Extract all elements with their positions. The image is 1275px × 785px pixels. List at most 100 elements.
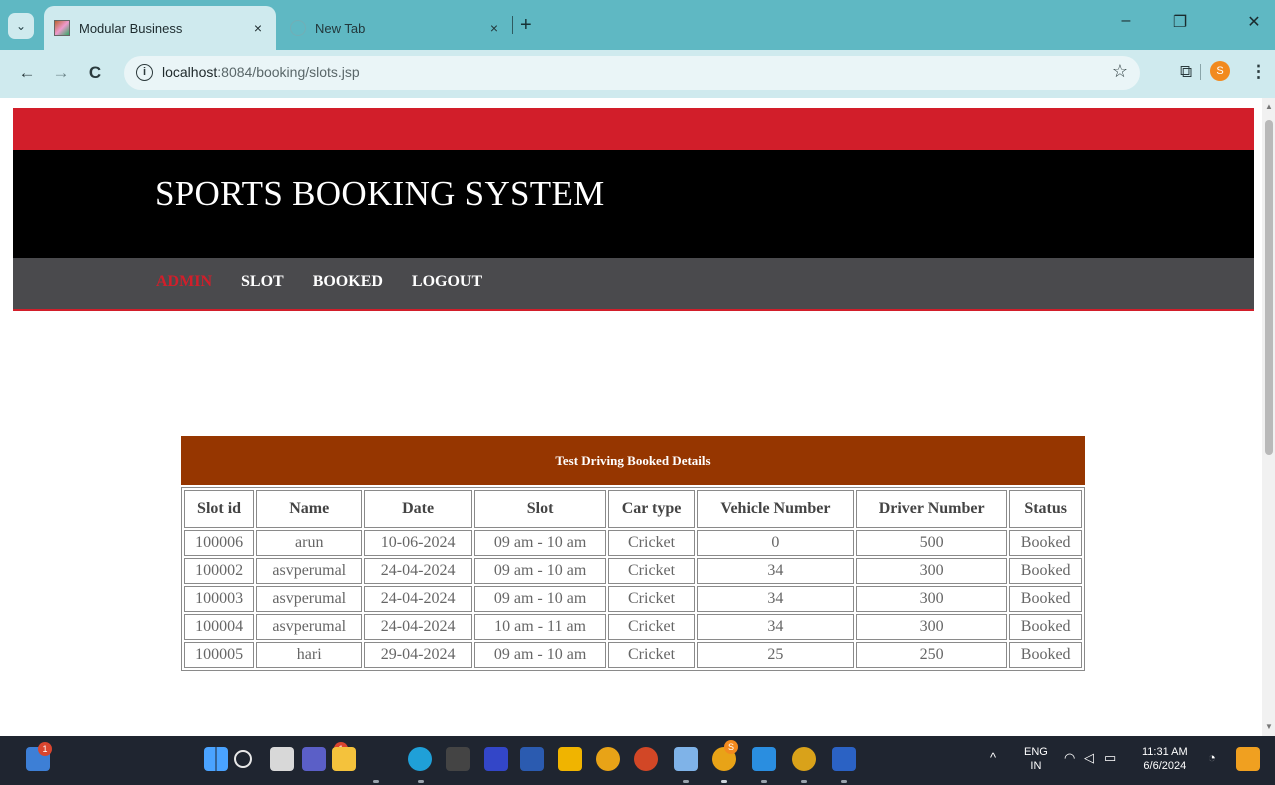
file-explorer-icon[interactable] bbox=[332, 747, 356, 771]
column-header: Date bbox=[364, 490, 472, 528]
task-view-icon[interactable] bbox=[270, 747, 294, 771]
clock[interactable]: 11:31 AM 6/6/2024 bbox=[1142, 745, 1188, 773]
address-bar[interactable]: i localhost:8084/booking/slots.jsp ☆ bbox=[124, 56, 1140, 90]
start-icon[interactable] bbox=[204, 747, 228, 771]
forward-button[interactable]: → bbox=[50, 63, 72, 83]
close-window-button[interactable]: ✕ bbox=[1234, 12, 1274, 32]
vscode-icon[interactable] bbox=[752, 747, 776, 771]
virtualbox-icon[interactable] bbox=[674, 747, 698, 771]
new-tab-favicon-icon bbox=[290, 20, 306, 36]
minimize-button[interactable]: – bbox=[1106, 12, 1146, 30]
table-cell: 100003 bbox=[184, 586, 255, 612]
table-cell: 24-04-2024 bbox=[364, 586, 472, 612]
table-cell: 34 bbox=[696, 614, 854, 640]
scroll-up-icon[interactable]: ▲ bbox=[1265, 102, 1273, 111]
table-cell: Booked bbox=[1009, 558, 1082, 584]
nav-booked[interactable]: BOOKED bbox=[313, 273, 383, 291]
reload-button[interactable]: C bbox=[84, 63, 106, 83]
site-info-icon[interactable]: i bbox=[136, 64, 153, 81]
teams-icon[interactable] bbox=[302, 747, 326, 771]
word-icon[interactable] bbox=[832, 747, 856, 771]
copilot-icon[interactable] bbox=[1236, 747, 1260, 771]
battery-icon[interactable]: ▭ bbox=[1104, 751, 1116, 765]
table-cell: 24-04-2024 bbox=[364, 558, 472, 584]
table-cell: 25 bbox=[696, 642, 854, 668]
close-tab-icon[interactable]: × bbox=[246, 20, 270, 36]
tab-title: Modular Business bbox=[79, 20, 183, 36]
url-text[interactable]: localhost:8084/booking/slots.jsp bbox=[162, 64, 360, 80]
wifi-icon[interactable]: ◠ bbox=[1064, 751, 1075, 765]
clock-time: 11:31 AM bbox=[1142, 746, 1188, 758]
table-cell: 100004 bbox=[184, 614, 255, 640]
notifications-bell-icon[interactable]: ◔ bbox=[1208, 751, 1216, 765]
tab-divider bbox=[512, 16, 513, 34]
clock-date: 6/6/2024 bbox=[1143, 760, 1187, 772]
table-cell: Booked bbox=[1009, 530, 1082, 556]
running-indicator bbox=[841, 780, 847, 783]
back-button[interactable]: ← bbox=[16, 63, 38, 83]
tab-search-button[interactable]: ⌄ bbox=[8, 13, 34, 39]
tray-overflow-icon[interactable]: ^ bbox=[990, 751, 996, 765]
browser-toolbar: ← → C i localhost:8084/booking/slots.jsp… bbox=[0, 50, 1275, 98]
profile-avatar[interactable]: S bbox=[1210, 61, 1230, 81]
table-cell: 100005 bbox=[184, 642, 255, 668]
table-cell: Booked bbox=[1009, 586, 1082, 612]
top-red-band bbox=[13, 108, 1254, 150]
store-icon[interactable] bbox=[446, 747, 470, 771]
nav-logout[interactable]: LOGOUT bbox=[412, 273, 482, 291]
table-cell: arun bbox=[256, 530, 363, 556]
bookmark-star-icon[interactable]: ☆ bbox=[1112, 61, 1128, 82]
site-nav: ADMIN SLOT BOOKED LOGOUT bbox=[13, 258, 1254, 311]
table-row: 100002 asvperumal 24-04-2024 09 am - 10 am C… bbox=[184, 558, 1082, 584]
powershell-icon[interactable] bbox=[520, 747, 544, 771]
scroll-down-icon[interactable]: ▼ bbox=[1265, 722, 1273, 731]
restore-button[interactable]: ❐ bbox=[1160, 12, 1200, 32]
extensions-icon[interactable]: ⧉ bbox=[1180, 62, 1192, 82]
tab-new-tab[interactable]: New Tab × bbox=[280, 6, 512, 50]
table-header-row: Slot id Name Date Slot Car type Vehicle Numbe… bbox=[184, 490, 1082, 528]
site-title: SPORTS BOOKING SYSTEM bbox=[155, 174, 605, 213]
url-host: localhost bbox=[162, 64, 218, 80]
page-scrollbar[interactable]: ▲ ▼ bbox=[1262, 98, 1275, 736]
table-body: 100006 arun 10-06-2024 09 am - 10 am Cricket… bbox=[184, 530, 1082, 668]
table-cell: 300 bbox=[855, 558, 1008, 584]
player-icon[interactable] bbox=[558, 747, 582, 771]
table-row: 100004 asvperumal 24-04-2024 10 am - 11 am C… bbox=[184, 614, 1082, 640]
table-cell: asvperumal bbox=[256, 586, 363, 612]
chrome-icon[interactable] bbox=[596, 747, 620, 771]
new-tab-button[interactable]: + bbox=[520, 14, 532, 37]
powerpoint-icon[interactable] bbox=[634, 747, 658, 771]
table-cell: Cricket bbox=[608, 642, 695, 668]
nav-slot[interactable]: SLOT bbox=[241, 273, 284, 291]
running-indicator bbox=[801, 780, 807, 783]
browser-menu-icon[interactable]: ⋮ bbox=[1250, 62, 1267, 82]
search-icon[interactable] bbox=[234, 750, 252, 768]
scrollbar-thumb[interactable] bbox=[1265, 120, 1273, 455]
chrome-alt-icon[interactable] bbox=[792, 747, 816, 771]
table-cell: Cricket bbox=[608, 614, 695, 640]
running-indicator bbox=[683, 780, 689, 783]
table-cell: 10 am - 11 am bbox=[473, 614, 607, 640]
table-row: 100006 arun 10-06-2024 09 am - 10 am Cricket… bbox=[184, 530, 1082, 556]
column-header: Slot id bbox=[184, 490, 255, 528]
running-indicator bbox=[418, 780, 424, 783]
table-cell: asvperumal bbox=[256, 558, 363, 584]
page-viewport: SPORTS BOOKING SYSTEM ADMIN SLOT BOOKED LOG… bbox=[0, 98, 1262, 736]
notification-badge: 1 bbox=[38, 742, 52, 756]
table-cell: 34 bbox=[696, 586, 854, 612]
close-tab-icon[interactable]: × bbox=[482, 20, 506, 36]
nav-admin[interactable]: ADMIN bbox=[156, 273, 212, 291]
column-header: Name bbox=[256, 490, 363, 528]
tab-modular-business[interactable]: Modular Business × bbox=[44, 6, 276, 50]
table-caption: Test Driving Booked Details bbox=[181, 436, 1085, 485]
table-cell: Cricket bbox=[608, 586, 695, 612]
table-cell: 34 bbox=[696, 558, 854, 584]
table-cell: 09 am - 10 am bbox=[473, 530, 607, 556]
table-cell: 0 bbox=[696, 530, 854, 556]
edge-icon[interactable] bbox=[408, 747, 432, 771]
volume-icon[interactable]: ◁ bbox=[1084, 751, 1094, 765]
site-menu: ADMIN SLOT BOOKED LOGOUT bbox=[156, 273, 482, 291]
app-icon[interactable] bbox=[484, 747, 508, 771]
language-indicator[interactable]: ENG IN bbox=[1024, 745, 1048, 773]
table-cell: 100006 bbox=[184, 530, 255, 556]
